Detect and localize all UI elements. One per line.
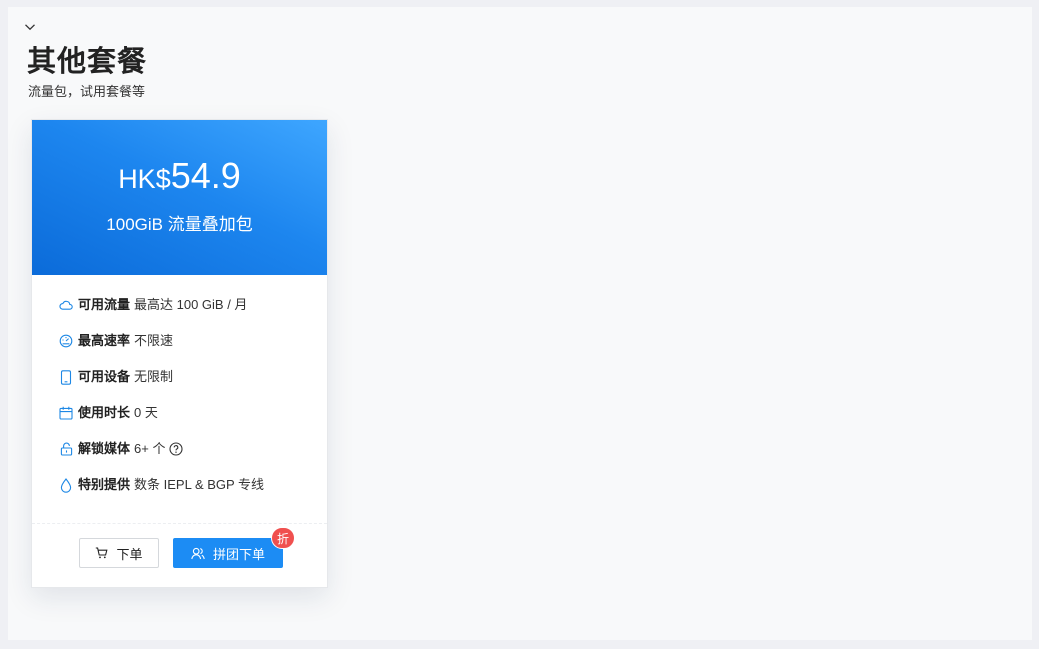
feature-traffic: 可用流量 最高达 100 GiB / 月 — [59, 297, 319, 333]
feature-label: 最高速率 — [78, 333, 131, 348]
price-amount: 54.9 — [170, 155, 241, 196]
feature-devices: 可用设备 无限制 — [59, 369, 319, 405]
feature-value: 无限制 — [134, 369, 174, 384]
card-header: HK$54.9 100GiB 流量叠加包 — [32, 120, 327, 275]
question-circle-icon[interactable] — [169, 441, 184, 457]
feature-value: 6+ 个 — [134, 441, 166, 456]
feature-media: 解锁媒体 6+ 个 — [59, 441, 319, 477]
feature-speed: 最高速率 不限速 — [59, 333, 319, 369]
phone-icon — [59, 369, 73, 385]
feature-value: 不限速 — [134, 333, 174, 348]
order-button[interactable]: 下单 — [79, 538, 159, 568]
feature-label: 可用设备 — [78, 369, 131, 384]
price-currency: HK$ — [118, 164, 171, 194]
card-divider — [32, 523, 327, 524]
cloud-icon — [59, 297, 73, 313]
feature-list: 可用流量 最高达 100 GiB / 月 最高速率 不限速 可用设备 无限制 使… — [59, 297, 319, 513]
plan-card: HK$54.9 100GiB 流量叠加包 可用流量 最高达 100 GiB / … — [31, 119, 328, 588]
plan-name: 100GiB 流量叠加包 — [106, 215, 253, 234]
feature-label: 可用流量 — [78, 297, 131, 312]
price: HK$54.9 — [32, 156, 327, 204]
lock-icon — [59, 441, 73, 457]
feature-value: 0 天 — [134, 405, 158, 420]
cart-icon — [95, 547, 108, 559]
discount-badge: 折 — [271, 527, 295, 549]
feature-label: 特别提供 — [78, 477, 131, 492]
feature-duration: 使用时长 0 天 — [59, 405, 319, 441]
feature-label: 使用时长 — [78, 405, 131, 420]
users-icon — [191, 547, 205, 560]
group-order-button-label: 拼团下单 — [212, 546, 265, 562]
chevron-down-icon[interactable] — [24, 21, 38, 35]
calendar-icon — [59, 405, 73, 421]
order-button-label: 下单 — [116, 546, 143, 562]
feature-value: 数条 IEPL & BGP 专线 — [134, 477, 265, 492]
section-title: 其他套餐 — [27, 46, 148, 78]
speedometer-icon — [59, 333, 73, 349]
feature-value: 最高达 100 GiB / 月 — [134, 297, 248, 312]
feature-label: 解锁媒体 — [78, 441, 131, 456]
drop-icon — [59, 477, 73, 493]
section-subtitle: 流量包，试用套餐等 — [28, 84, 146, 99]
page-frame: 其他套餐 流量包，试用套餐等 HK$54.9 100GiB 流量叠加包 可用流量… — [8, 7, 1032, 640]
feature-special: 特别提供 数条 IEPL & BGP 专线 — [59, 477, 319, 513]
group-order-button[interactable]: 拼团下单 — [173, 538, 283, 568]
